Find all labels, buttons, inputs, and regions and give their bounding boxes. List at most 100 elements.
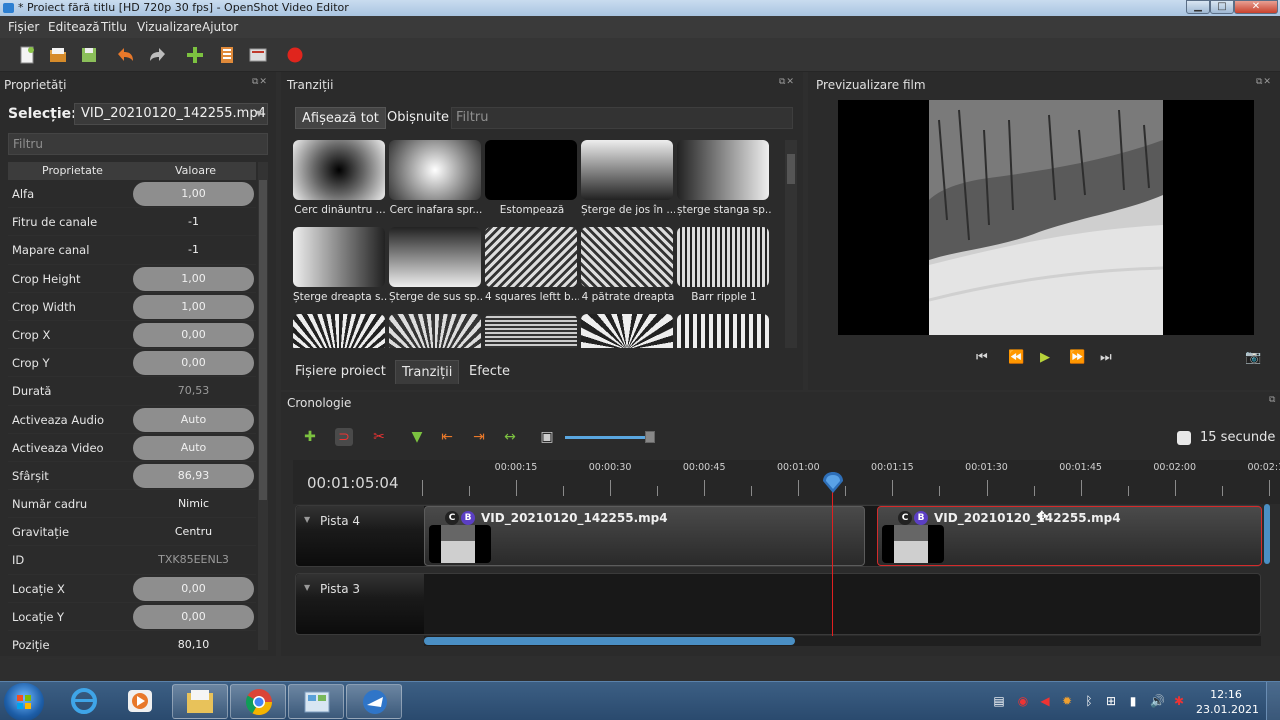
menu-file[interactable]: Fișier: [8, 20, 39, 34]
property-value[interactable]: Auto: [133, 407, 254, 432]
maximize-button[interactable]: □: [1210, 0, 1234, 14]
snap-magnet-icon[interactable]: ⊃: [335, 428, 353, 446]
close-button[interactable]: ✕: [1234, 0, 1278, 14]
transition-item[interactable]: șterge stanga sp...: [677, 140, 771, 216]
show-all-button[interactable]: Afișează tot: [295, 107, 386, 129]
fast-forward-icon[interactable]: ⏩: [1069, 350, 1085, 365]
file-explorer-icon[interactable]: [172, 684, 228, 719]
selection-dropdown[interactable]: VID_20210120_142255.mp4 ▼: [74, 103, 268, 125]
panel-float-icon[interactable]: ⧉: [1269, 395, 1280, 405]
property-value[interactable]: 1,00: [133, 294, 254, 319]
property-row[interactable]: Crop Width 1,00: [8, 293, 256, 321]
transition-item[interactable]: 4 pătrate dreapta: [581, 227, 675, 303]
zoom-slider-handle[interactable]: [645, 431, 655, 443]
transition-item[interactable]: Șterge de jos în ...: [581, 140, 675, 216]
razor-icon[interactable]: ✂: [370, 428, 388, 446]
property-value[interactable]: Nimic: [133, 492, 254, 516]
property-value[interactable]: Centru: [133, 520, 254, 544]
clip-b-badge[interactable]: B: [461, 511, 475, 525]
transition-item[interactable]: 4 squares leftt b...: [485, 227, 579, 303]
property-value[interactable]: TXK85EENL3: [133, 548, 254, 572]
record-icon[interactable]: [286, 46, 304, 64]
scroll-thumb[interactable]: [1264, 504, 1270, 564]
transition-item[interactable]: [293, 314, 387, 348]
panel-float-close-icon[interactable]: ⧉✕: [779, 77, 801, 87]
playhead-line[interactable]: [832, 484, 833, 636]
undo-icon[interactable]: [116, 46, 134, 64]
antivirus-icon[interactable]: ◉: [1016, 694, 1030, 708]
property-value[interactable]: Auto: [133, 435, 254, 460]
scroll-thumb[interactable]: [259, 180, 267, 500]
property-row[interactable]: Durată 70,53: [8, 377, 256, 406]
property-value[interactable]: 86,93: [133, 463, 254, 488]
tab-effects[interactable]: Efecte: [463, 360, 516, 384]
clip-c-badge[interactable]: C: [445, 511, 459, 525]
property-row[interactable]: Fitru de canale -1: [8, 208, 256, 237]
property-row[interactable]: Alfa 1,00: [8, 180, 256, 209]
property-row[interactable]: Poziție 80,10: [8, 631, 256, 660]
transitions-scrollbar[interactable]: [785, 140, 797, 348]
clip-selected[interactable]: C B VID_20210120_142255.mp4 ✥: [877, 506, 1262, 566]
next-marker-icon[interactable]: ⇥: [470, 428, 488, 446]
property-value[interactable]: -1: [133, 238, 254, 262]
property-row[interactable]: Locație X 0,00: [8, 575, 256, 603]
action-center-icon[interactable]: ▤: [992, 694, 1006, 708]
clock[interactable]: 12:16 23.01.2021: [1196, 687, 1259, 717]
clip-c-badge[interactable]: C: [898, 511, 912, 525]
property-value[interactable]: 70,53: [133, 379, 254, 403]
track-pista-3[interactable]: ▼ Pista 3: [295, 573, 1261, 635]
property-value[interactable]: -1: [133, 210, 254, 234]
property-value[interactable]: 1,00: [133, 182, 254, 206]
property-value[interactable]: 0,00: [133, 351, 254, 376]
jump-end-icon[interactable]: ⏭: [1100, 350, 1112, 365]
clip[interactable]: C B VID_20210120_142255.mp4: [424, 506, 865, 566]
menu-view[interactable]: Vizualizare: [137, 20, 202, 34]
collapse-arrow-icon[interactable]: ▼: [304, 583, 310, 592]
fullscreen-icon[interactable]: [249, 46, 267, 64]
menu-title[interactable]: Titlu: [101, 20, 127, 34]
track-header[interactable]: ▼ Pista 3: [296, 574, 424, 634]
speaker-icon[interactable]: 🔊: [1150, 694, 1165, 708]
property-value[interactable]: 0,00: [133, 576, 254, 601]
property-row[interactable]: Gravitație Centru: [8, 518, 256, 547]
save-icon[interactable]: [80, 46, 98, 64]
property-row[interactable]: Activeaza Video Auto: [8, 434, 256, 462]
add-track-icon[interactable]: ✚: [301, 428, 319, 446]
tab-transitions[interactable]: Tranziții: [395, 360, 460, 384]
transition-item[interactable]: [677, 314, 771, 348]
volume-muted-icon[interactable]: ◀: [1038, 694, 1052, 708]
property-value[interactable]: 1,00: [133, 266, 254, 291]
start-button[interactable]: [4, 683, 44, 720]
minimize-button[interactable]: ▁: [1186, 0, 1210, 14]
network-adapter-icon[interactable]: ⊞: [1104, 694, 1118, 708]
chrome-icon[interactable]: [230, 684, 286, 719]
zoom-slider-track[interactable]: [565, 436, 647, 439]
transition-item[interactable]: Cerc inafara spr...: [389, 140, 483, 216]
property-row[interactable]: ID TXK85EENL3: [8, 546, 256, 575]
track-header[interactable]: ▼ Pista 4: [296, 506, 424, 566]
transition-item[interactable]: Barr ripple 1: [677, 227, 771, 303]
internet-explorer-icon[interactable]: [56, 684, 112, 719]
openshot-task-icon[interactable]: [346, 684, 402, 719]
new-file-icon[interactable]: [18, 46, 36, 64]
properties-scrollbar[interactable]: [258, 162, 268, 650]
clip-b-badge[interactable]: B: [914, 511, 928, 525]
playhead-marker-icon[interactable]: [822, 472, 844, 494]
zoom-checkbox[interactable]: [1177, 431, 1191, 445]
open-folder-icon[interactable]: [49, 46, 67, 64]
timeline-horizontal-scrollbar[interactable]: [424, 636, 1261, 646]
property-row[interactable]: Crop Height 1,00: [8, 265, 256, 293]
property-row[interactable]: Crop X 0,00: [8, 321, 256, 350]
transition-item[interactable]: Estompează: [485, 140, 579, 216]
menu-help[interactable]: Ajutor: [202, 20, 238, 34]
zoom-fit-icon[interactable]: ▣: [538, 428, 556, 446]
property-row[interactable]: Mapare canal -1: [8, 236, 256, 265]
signal-icon[interactable]: ▮: [1126, 694, 1140, 708]
timeline-ruler[interactable]: 00:01:05:04 00:00:15 00:00:30 00:00:45 00:0…: [293, 460, 1280, 504]
transition-item[interactable]: [485, 314, 579, 348]
video-preview[interactable]: [838, 100, 1254, 335]
panel-float-close-icon[interactable]: ⧉✕: [1256, 77, 1278, 87]
property-row[interactable]: Locație Y 0,00: [8, 603, 256, 631]
bluetooth-icon[interactable]: ᛒ: [1082, 694, 1096, 708]
control-panel-icon[interactable]: [288, 684, 344, 719]
